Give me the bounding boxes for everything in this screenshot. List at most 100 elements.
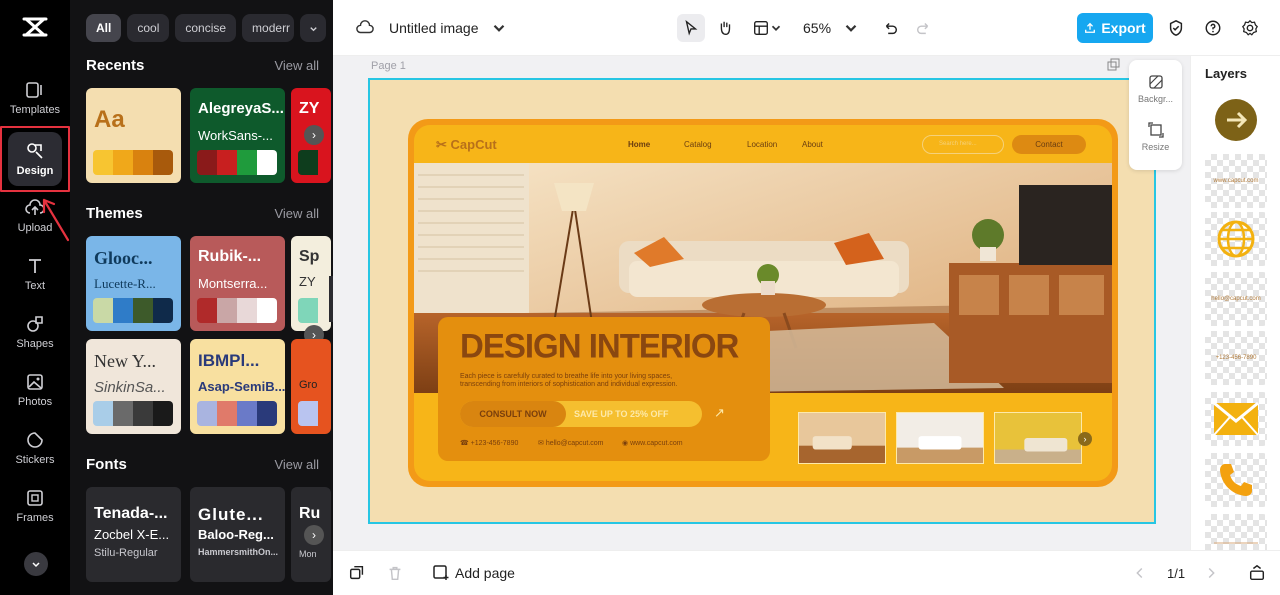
- duplicate-button[interactable]: [345, 561, 369, 585]
- theme-card-subtitle: Gro: [299, 379, 318, 391]
- canvas-area[interactable]: Page 1 ✂ CapCut Home Catalog Location Ab…: [333, 56, 1190, 550]
- thumbnail-next-icon[interactable]: ›: [1078, 432, 1092, 446]
- font-card-caption: HammersmithOn...: [198, 547, 279, 557]
- recent-card[interactable]: AlegreyaS... WorkSans-...: [190, 88, 285, 183]
- add-page-button[interactable]: Add page: [433, 565, 515, 581]
- export-button[interactable]: Export: [1077, 13, 1153, 43]
- theme-card[interactable]: New Y... SinkinSa...: [86, 339, 181, 434]
- theme-card[interactable]: Rubik-... Montserra...: [190, 236, 285, 331]
- site-nav-catalog[interactable]: Catalog: [684, 140, 712, 149]
- layer-item[interactable]: hello@capcut.com: [1205, 272, 1267, 326]
- rail-frames[interactable]: Frames: [0, 478, 70, 534]
- thumbnail-image[interactable]: [798, 412, 886, 464]
- rail-shapes[interactable]: Shapes: [0, 304, 70, 360]
- chip-all[interactable]: All: [86, 14, 122, 42]
- theme-card[interactable]: IBMPl... Asap-SemiB...: [190, 339, 285, 434]
- hand-tool-button[interactable]: [713, 16, 737, 40]
- delete-button[interactable]: [383, 561, 407, 585]
- font-card-caption: Stilu-Regular: [94, 547, 158, 559]
- font-card-title: Glute...: [198, 505, 264, 524]
- font-card-subtitle: Baloo-Reg...: [198, 527, 274, 542]
- background-tool[interactable]: Backgr...: [1129, 74, 1182, 104]
- fonts-next-button[interactable]: ›: [304, 525, 324, 545]
- color-swatches: [197, 298, 277, 323]
- theme-card[interactable]: Glooc... Lucette-R...: [86, 236, 181, 331]
- chip-concise[interactable]: concise: [175, 14, 237, 42]
- save-offer-text[interactable]: SAVE UP TO 25% OFF: [574, 401, 669, 427]
- arrow-up-right-icon[interactable]: ↗: [714, 405, 725, 421]
- document-title[interactable]: Untitled image: [389, 20, 479, 36]
- contact-phone[interactable]: ☎ +123-456-7890: [460, 439, 518, 447]
- theme-card[interactable]: Gro: [291, 339, 331, 434]
- rail-templates-label: Templates: [9, 104, 61, 116]
- line-icon: [1214, 542, 1258, 544]
- layer-item[interactable]: www.capcut.com: [1205, 154, 1267, 208]
- redo-button[interactable]: [912, 16, 936, 40]
- recents-next-button[interactable]: ›: [304, 125, 324, 145]
- site-nav-about[interactable]: About: [802, 140, 823, 149]
- consult-now-button[interactable]: CONSULT NOW: [460, 401, 566, 427]
- layer-item[interactable]: +123-456-7890: [1205, 331, 1267, 385]
- site-nav-location[interactable]: Location: [747, 140, 777, 149]
- font-card[interactable]: Glute... Baloo-Reg... HammersmithOn...: [190, 487, 285, 582]
- recent-card-title: AlegreyaS...: [198, 100, 284, 117]
- recent-card[interactable]: Aa: [86, 88, 181, 183]
- zoom-level[interactable]: 65%: [803, 20, 831, 36]
- layer-item[interactable]: [1205, 93, 1267, 147]
- chip-cool[interactable]: cool: [127, 14, 170, 42]
- recents-view-all[interactable]: View all: [274, 58, 319, 73]
- design-highlight-box: [0, 126, 70, 192]
- contact-web[interactable]: ◉ www.capcut.com: [622, 439, 683, 447]
- expand-more-button[interactable]: [24, 552, 48, 576]
- capcut-logo[interactable]: [20, 14, 50, 40]
- background-tool-label: Backgr...: [1137, 94, 1173, 104]
- rail-templates[interactable]: Templates: [0, 70, 70, 126]
- layout-dropdown-icon[interactable]: [769, 16, 783, 40]
- theme-card[interactable]: Sp ZY: [291, 236, 331, 331]
- site-nav-home[interactable]: Home: [628, 140, 650, 149]
- brand-logo[interactable]: ✂ CapCut: [436, 137, 497, 153]
- contact-email[interactable]: ✉ hello@capcut.com: [538, 439, 604, 447]
- hero-description-line2[interactable]: transcending from interiors of sophistic…: [460, 381, 678, 388]
- design-panel: All cool concise moderr Recents View all…: [70, 0, 333, 595]
- chip-modern[interactable]: moderr: [242, 14, 295, 42]
- floating-toolbar: Backgr... Resize: [1129, 60, 1182, 170]
- design-frame[interactable]: ✂ CapCut Home Catalog Location About Sea…: [408, 119, 1118, 487]
- prev-page-button[interactable]: [1128, 561, 1152, 585]
- rail-photos[interactable]: Photos: [0, 362, 70, 418]
- themes-view-all[interactable]: View all: [274, 206, 319, 221]
- layer-item[interactable]: [1205, 212, 1267, 266]
- chips-more-button[interactable]: [300, 14, 327, 42]
- shield-button[interactable]: [1164, 16, 1188, 40]
- frames-icon: [27, 490, 43, 506]
- rail-stickers[interactable]: Stickers: [0, 420, 70, 476]
- font-card[interactable]: Tenada-... Zocbel X-E... Stilu-Regular: [86, 487, 181, 582]
- chevron-right-icon: [1208, 567, 1215, 579]
- resize-tool[interactable]: Resize: [1129, 122, 1182, 152]
- hero-title[interactable]: DESIGN INTERIOR: [460, 326, 739, 366]
- site-contact-button[interactable]: Contact: [1012, 135, 1086, 154]
- settings-button[interactable]: [1238, 16, 1262, 40]
- undo-button[interactable]: [878, 16, 902, 40]
- layer-item[interactable]: [1205, 392, 1267, 446]
- select-tool-button[interactable]: [677, 14, 705, 42]
- thumbnail-image[interactable]: [994, 412, 1082, 464]
- thumbnail-image[interactable]: [896, 412, 984, 464]
- site-search-input[interactable]: Search here...: [922, 135, 1004, 154]
- rail-text[interactable]: Text: [0, 246, 70, 302]
- font-card-title: Ru: [299, 505, 321, 522]
- cloud-save-icon[interactable]: [353, 16, 377, 40]
- hero-description-line1[interactable]: Each piece is carefully curated to breat…: [460, 373, 672, 380]
- next-page-button[interactable]: [1199, 561, 1223, 585]
- theme-card-title: New Y...: [94, 351, 156, 371]
- duplicate-page-icon[interactable]: [1107, 58, 1121, 72]
- color-swatches: [93, 401, 173, 426]
- zoom-dropdown-icon[interactable]: [839, 16, 863, 40]
- artboard[interactable]: ✂ CapCut Home Catalog Location About Sea…: [368, 78, 1156, 524]
- title-dropdown-icon[interactable]: [487, 16, 511, 40]
- fonts-view-all[interactable]: View all: [274, 457, 319, 472]
- filter-chips: All cool concise moderr: [86, 14, 327, 42]
- help-button[interactable]: [1201, 16, 1225, 40]
- layer-item[interactable]: [1205, 453, 1267, 507]
- page-panel-button[interactable]: [1245, 561, 1269, 585]
